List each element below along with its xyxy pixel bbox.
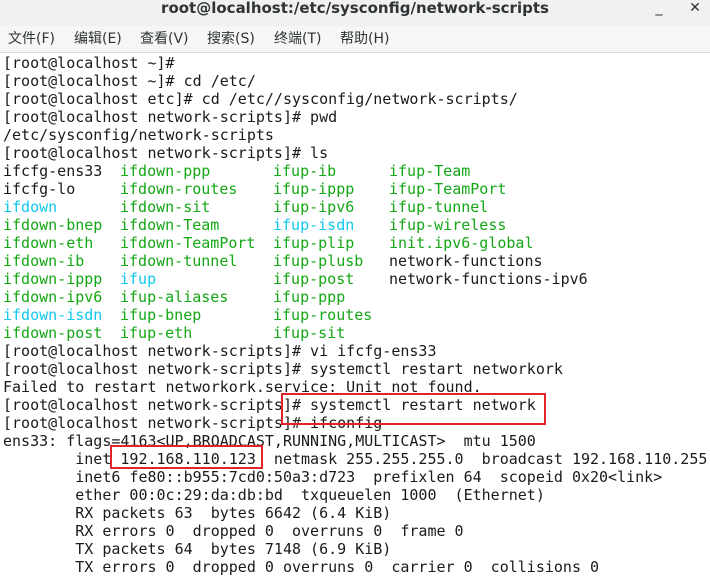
menu-file[interactable]: 文件(F) <box>8 30 55 48</box>
ls-entry: ifdown-tunnel <box>120 252 238 270</box>
ls-entry: ifup-TeamPort <box>389 180 507 198</box>
terminal-line: /etc/sysconfig/network-scripts <box>3 126 274 144</box>
ls-entry: ifdown-ib <box>3 252 85 270</box>
terminal-window: root@localhost:/etc/sysconfig/network-sc… <box>0 0 710 577</box>
menu-terminal[interactable]: 终端(T) <box>274 30 321 48</box>
ls-entry: init.ipv6-global <box>389 234 534 252</box>
terminal-line: RX packets 63 bytes 6642 (6.4 KiB) <box>3 504 392 522</box>
ls-entry: ifup-ipv6 <box>273 198 355 216</box>
ls-entry: ifdown-bnep <box>3 216 103 234</box>
ls-entry: ifdown <box>3 198 58 216</box>
ls-entry: ifdown-eth <box>3 234 94 252</box>
close-icon[interactable]: ✕ <box>682 0 708 19</box>
ls-entry: ifup-sit <box>273 324 346 342</box>
terminal-line: TX packets 64 bytes 7148 (6.9 KiB) <box>3 540 392 558</box>
window-title: root@localhost:/etc/sysconfig/network-sc… <box>161 0 549 17</box>
terminal-line: RX errors 0 dropped 0 overruns 0 frame 0 <box>3 522 464 540</box>
ls-entry: network-functions <box>389 252 543 270</box>
menu-edit[interactable]: 编辑(E) <box>74 30 122 48</box>
terminal-line: [root@localhost ~]# cd /etc/ <box>3 72 256 90</box>
ls-entry: ifup-ib <box>273 162 337 180</box>
terminal-line: [root@localhost network-scripts]# vi ifc… <box>3 342 437 360</box>
ls-entry: ifdown-isdn <box>3 306 103 324</box>
terminal-line: ens33: flags=4163<UP,BROADCAST,RUNNING,M… <box>3 432 536 450</box>
menu-search[interactable]: 搜索(S) <box>207 30 255 48</box>
terminal-line: [root@localhost etc]# cd /etc//sysconfig… <box>3 90 518 108</box>
ls-entry: ifdown-post <box>3 324 103 342</box>
ls-entry: ifup-isdn <box>273 216 355 234</box>
ls-entry: ifup-aliases <box>120 288 229 306</box>
minimize-icon[interactable]: _ <box>646 0 672 19</box>
ls-entry: ifup-wireless <box>389 216 507 234</box>
terminal-line: [root@localhost network-scripts]# system… <box>3 360 563 378</box>
highlight-box-restart-command <box>281 393 546 425</box>
ls-entry: ifdown-Team <box>120 216 220 234</box>
ls-entry: ifdown-sit <box>120 198 211 216</box>
ls-entry: ifup-plip <box>273 234 355 252</box>
terminal-line: TX errors 0 dropped 0 overruns 0 carrier… <box>3 558 600 576</box>
ls-entry: ifdown-routes <box>120 180 238 198</box>
ls-entry: ifdown-ipv6 <box>3 288 103 306</box>
terminal-output[interactable]: [root@localhost ~]# [root@localhost ~]# … <box>3 54 710 577</box>
terminal-line: [root@localhost ~]# <box>3 54 184 72</box>
ls-entry: ifup-tunnel <box>389 198 489 216</box>
highlight-box-ip-address <box>110 445 263 469</box>
ls-entry: ifdown-ppp <box>120 162 211 180</box>
ls-entry: ifup-post <box>273 270 355 288</box>
ls-entry: ifup-routes <box>273 306 373 324</box>
ls-entry: ifup-Team <box>389 162 471 180</box>
ls-entry: network-functions-ipv6 <box>389 270 588 288</box>
menu-bar: 文件(F) 编辑(E) 查看(V) 搜索(S) 终端(T) 帮助(H) <box>0 26 710 53</box>
ls-entry: ifcfg-lo <box>3 180 76 198</box>
ls-entry: ifup-plusb <box>273 252 364 270</box>
ls-entry: ifcfg-ens33 <box>3 162 103 180</box>
ls-entry: ifdown-TeamPort <box>120 234 256 252</box>
ls-entry: ifup-bnep <box>120 306 202 324</box>
ls-entry: ifdown-ippp <box>3 270 103 288</box>
ls-entry: ifup-ippp <box>273 180 355 198</box>
menu-view[interactable]: 查看(V) <box>140 30 189 48</box>
terminal-line: [root@localhost network-scripts]# ls <box>3 144 329 162</box>
ls-entry: ifup <box>120 270 157 288</box>
terminal-line: ether 00:0c:29:da:db:bd txqueuelen 1000 … <box>3 486 545 504</box>
ls-entry: ifup-ppp <box>273 288 346 306</box>
title-bar[interactable]: root@localhost:/etc/sysconfig/network-sc… <box>0 0 710 26</box>
menu-help[interactable]: 帮助(H) <box>340 30 389 48</box>
terminal-line: inet 192.168.110.123 netmask 255.255.255… <box>3 450 708 468</box>
terminal-line: [root@localhost network-scripts]# pwd <box>3 108 338 126</box>
ls-entry: ifup-eth <box>120 324 193 342</box>
terminal-line: inet6 fe80::b955:7cd0:50a3:d723 prefixle… <box>3 468 663 486</box>
